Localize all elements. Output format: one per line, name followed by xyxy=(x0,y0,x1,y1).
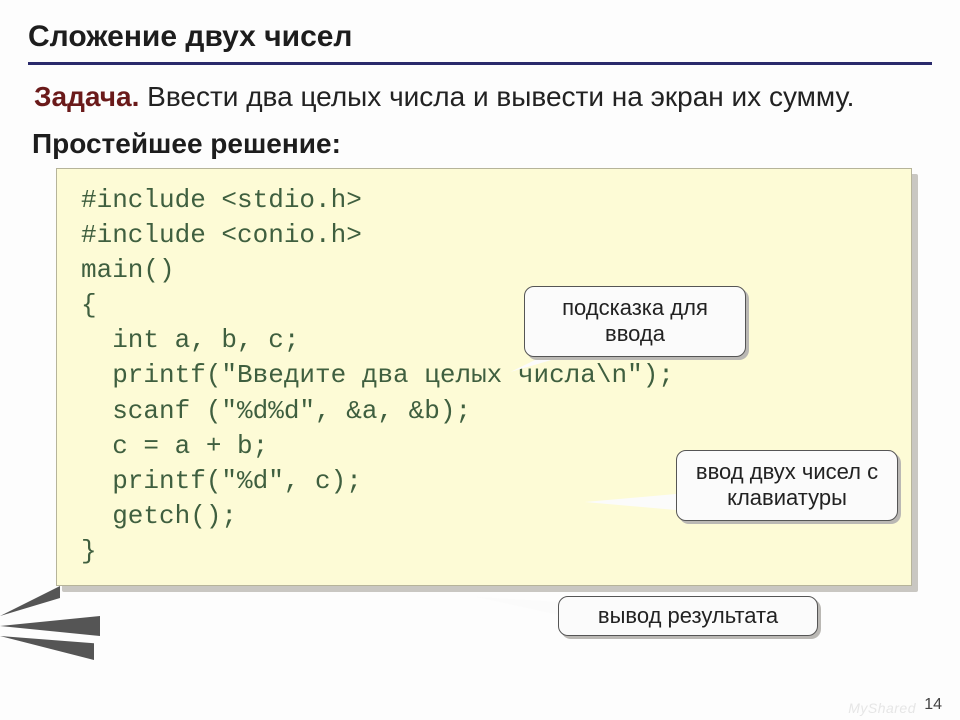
callout-hint: подсказка для ввода xyxy=(524,286,746,357)
callout-tail xyxy=(0,586,60,616)
page-number: 14 xyxy=(924,696,942,714)
callout-tail xyxy=(0,616,100,636)
code-block: #include <stdio.h> #include <conio.h> ma… xyxy=(56,168,912,586)
callout-tail xyxy=(0,636,94,660)
task-text: Ввести два целых числа и вывести на экра… xyxy=(139,81,854,112)
watermark: MyShared xyxy=(848,700,916,716)
code-container: #include <stdio.h> #include <conio.h> ma… xyxy=(56,168,912,586)
callout-output: вывод результата xyxy=(558,596,818,636)
task-paragraph: Задача. Ввести два целых числа и вывести… xyxy=(28,79,932,114)
solution-subheader: Простейшее решение: xyxy=(28,128,932,160)
callout-tail xyxy=(472,596,560,616)
task-label: Задача. xyxy=(34,81,139,112)
slide-title: Сложение двух чисел xyxy=(28,20,932,65)
callout-input: ввод двух чисел с клавиатуры xyxy=(676,450,898,521)
